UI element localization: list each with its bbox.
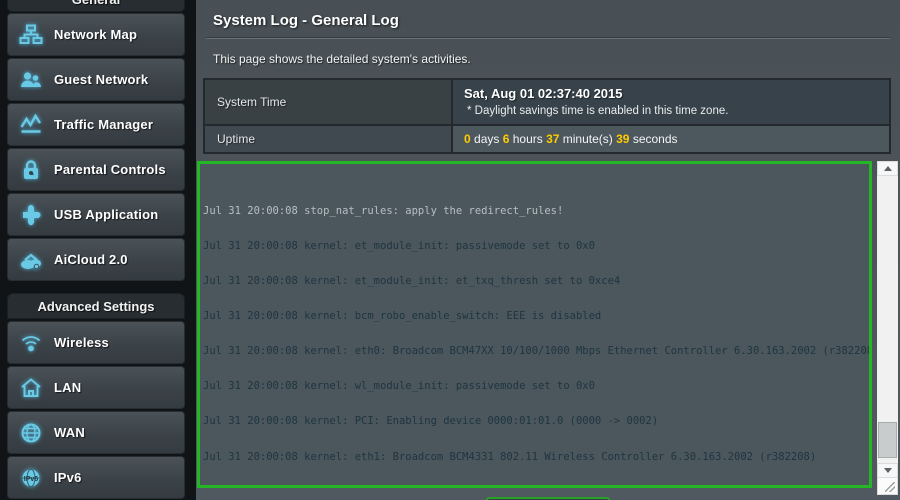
sidebar-item-label: Network Map <box>54 27 138 42</box>
sidebar-item-traffic-manager[interactable]: Traffic Manager <box>7 103 185 146</box>
arrow-down-icon <box>883 468 892 473</box>
sidebar-item-label: IPv6 <box>54 470 82 485</box>
sidebar-item-network-map[interactable]: Network Map <box>7 13 185 56</box>
scrollbar-thumb[interactable] <box>878 422 897 458</box>
scrollbar-up-button[interactable] <box>877 161 898 176</box>
sidebar-item-label: USB Application <box>54 207 159 222</box>
log-area: Jul 31 20:00:08 stop_nat_rules: apply th… <box>197 161 898 495</box>
system-log-textarea[interactable]: Jul 31 20:00:08 stop_nat_rules: apply th… <box>197 161 872 488</box>
sidebar-item-label: Wireless <box>54 335 109 350</box>
wireless-icon <box>8 331 54 355</box>
uptime-value: 0 days 6 hours 37 minute(s) 39 seconds <box>464 132 678 146</box>
sidebar-item-label: WAN <box>54 425 85 440</box>
sidebar-section-general-label: General <box>72 0 120 7</box>
aicloud-icon <box>8 248 54 272</box>
sidebar-item-label: Parental Controls <box>54 162 166 177</box>
log-lines: Jul 31 20:00:08 stop_nat_rules: apply th… <box>203 182 872 488</box>
ipv6-icon: IPv6 <box>8 466 54 490</box>
sidebar-item-aicloud[interactable]: AiCloud 2.0 <box>7 238 185 281</box>
sidebar-item-label: AiCloud 2.0 <box>54 252 128 267</box>
uptime-value-cell: 0 days 6 hours 37 minute(s) 39 seconds <box>453 126 889 152</box>
sidebar-item-wan[interactable]: WAN <box>7 411 185 454</box>
system-time-value-cell: Sat, Aug 01 02:37:40 2015 * Daylight sav… <box>453 80 889 124</box>
network-map-icon <box>8 23 54 47</box>
wan-icon <box>8 421 54 445</box>
system-time-row: System Time Sat, Aug 01 02:37:40 2015 * … <box>205 80 889 124</box>
system-info-table: System Time Sat, Aug 01 02:37:40 2015 * … <box>203 78 891 154</box>
log-line: Jul 31 20:00:08 kernel: bcm_robo_enable_… <box>203 310 602 323</box>
page-title: System Log - General Log <box>213 12 399 29</box>
sidebar-item-label: LAN <box>54 380 82 395</box>
system-time-value: Sat, Aug 01 02:37:40 2015 <box>464 86 623 101</box>
sidebar-section-general: General <box>7 0 185 12</box>
sidebar-item-ipv6[interactable]: IPv6 IPv6 <box>7 456 185 499</box>
sidebar-section-advanced: Advanced Settings <box>7 293 185 319</box>
log-line: Jul 31 20:00:08 stop_nat_rules: apply th… <box>203 204 564 217</box>
arrow-up-icon <box>883 166 892 171</box>
log-line: Jul 31 20:00:08 kernel: eth0: Broadcom B… <box>203 345 872 358</box>
scrollbar-track[interactable] <box>877 176 898 463</box>
usb-application-icon <box>8 203 54 227</box>
sidebar-item-wireless[interactable]: Wireless <box>7 321 185 364</box>
guest-network-icon <box>8 68 54 92</box>
uptime-label: Uptime <box>205 126 453 152</box>
uptime-row: Uptime 0 days 6 hours 37 minute(s) 39 se… <box>205 124 889 152</box>
sidebar-item-guest-network[interactable]: Guest Network <box>7 58 185 101</box>
system-time-label: System Time <box>205 80 453 124</box>
traffic-manager-icon <box>8 113 54 137</box>
sidebar-item-parental-controls[interactable]: Parental Controls <box>7 148 185 191</box>
daylight-savings-note: * Daylight savings time is enabled in th… <box>467 105 729 117</box>
lan-icon <box>8 376 54 400</box>
log-line: Jul 31 20:00:08 kernel: PCI: Enabling de… <box>203 487 866 488</box>
page-description: This page shows the detailed system's ac… <box>213 52 471 66</box>
svg-text:IPv6: IPv6 <box>24 475 39 482</box>
sidebar-item-usb-application[interactable]: USB Application <box>7 193 185 236</box>
textarea-resize-grip[interactable] <box>877 478 898 495</box>
log-line: Jul 31 20:00:08 kernel: eth1: Broadcom B… <box>203 450 817 463</box>
log-line: Jul 31 20:00:08 kernel: PCI: Enabling de… <box>203 415 659 428</box>
sidebar-item-lan[interactable]: LAN <box>7 366 185 409</box>
log-line: Jul 31 20:00:08 kernel: et_module_init: … <box>203 275 621 288</box>
scrollbar-down-button[interactable] <box>877 463 898 478</box>
main-panel: System Log - General Log This page shows… <box>196 0 900 500</box>
sidebar-item-label: Guest Network <box>54 72 149 87</box>
log-line: Jul 31 20:00:08 kernel: et_module_init: … <box>203 239 595 252</box>
sidebar-item-label: Traffic Manager <box>54 117 154 132</box>
sidebar: General Network Map Guest Network Traffi… <box>7 0 185 500</box>
parental-controls-icon <box>8 158 54 182</box>
sidebar-section-advanced-label: Advanced Settings <box>37 298 155 314</box>
log-line: Jul 31 20:00:08 kernel: wl_module_init: … <box>203 380 595 393</box>
log-scrollbar[interactable] <box>877 161 898 495</box>
